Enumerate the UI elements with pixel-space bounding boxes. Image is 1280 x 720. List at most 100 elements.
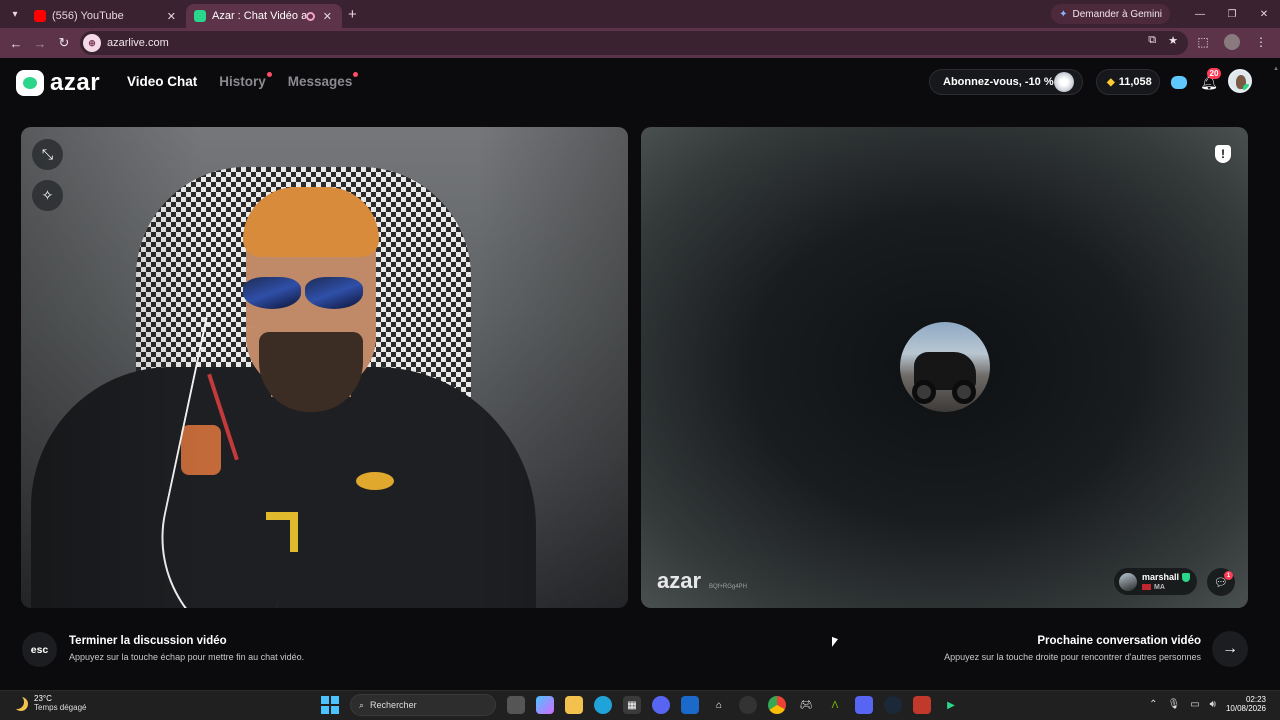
nav-history[interactable]: History (219, 72, 272, 89)
gemini-icon: ✦ (1059, 8, 1068, 20)
bookmark-star-icon[interactable]: ★ (1168, 34, 1178, 47)
tab-azar[interactable]: Azar : Chat Vidéo avec de n ✕ (186, 4, 342, 28)
subscribe-button[interactable]: Abonnez-vous, -10 % (929, 69, 1083, 95)
gems-balance-button[interactable]: ◆ 11,058 (1096, 69, 1160, 95)
user-avatar[interactable] (1228, 69, 1252, 93)
effects-button[interactable]: ✧ (32, 180, 63, 211)
gamepad-icon[interactable]: 🎮︎ (797, 696, 815, 714)
main-nav: Video Chat History Messages (127, 72, 359, 89)
close-tab-icon[interactable]: ✕ (167, 10, 176, 23)
minimize-video-button[interactable]: ⤡ (32, 139, 63, 170)
taskbar-search[interactable]: ⌕ Rechercher (350, 694, 496, 716)
tab-title: (556) YouTube (52, 10, 124, 22)
browser-tab-bar: ▾ (556) YouTube ✕ Azar : Chat Vidéo avec… (0, 0, 1280, 28)
page-scrollbar[interactable]: ▲ (1273, 66, 1279, 686)
tab-youtube[interactable]: (556) YouTube ✕ (26, 4, 186, 28)
search-icon: ⌕ (359, 699, 365, 710)
video-vignette (21, 127, 628, 608)
peer-avatar (900, 322, 990, 412)
taskbar-apps: ⌕ Rechercher ▦ ⌂ 🎮︎ Λ ▶ (321, 694, 960, 716)
peer-country: MA (1154, 583, 1165, 591)
gemini-label: Demander à Gemini (1072, 8, 1162, 20)
logo-text: azar (50, 69, 101, 96)
nav-label: History (219, 74, 266, 89)
browser-profile-avatar[interactable] (1224, 34, 1240, 50)
weather-widget[interactable]: 23°C Temps dégagé (14, 694, 86, 713)
notification-dot (266, 72, 272, 77)
inbox-icon[interactable]: ⌂ (710, 696, 728, 714)
gemini-button[interactable]: ✦ Demander à Gemini (1051, 4, 1170, 24)
restore-icon[interactable]: ❐ (1216, 0, 1248, 28)
close-tab-icon[interactable]: ✕ (323, 10, 332, 23)
end-chat-button[interactable]: esc (22, 632, 57, 667)
minimize-icon[interactable]: — (1184, 0, 1216, 28)
clock[interactable]: 02:23 10/08/2026 (1226, 695, 1266, 713)
extensions-icon[interactable]: ⬚ (1192, 31, 1214, 53)
peer-profile-chip[interactable]: marshall MA (1114, 568, 1197, 595)
network-icon[interactable]: ▭ (1190, 699, 1199, 710)
promo-flower-icon (1054, 72, 1074, 92)
scroll-up-icon[interactable]: ▲ (1273, 66, 1279, 72)
volume-icon[interactable]: 🔊︎ (1210, 699, 1216, 710)
discord-app-icon[interactable] (855, 696, 873, 714)
self-video-panel: ⤡ ✧ (21, 127, 628, 608)
azar-logo[interactable]: azar (16, 69, 100, 97)
mail-icon[interactable] (681, 696, 699, 714)
tray-expand-icon[interactable]: ⌃ (1149, 699, 1157, 710)
nav-video-chat[interactable]: Video Chat (127, 74, 197, 89)
obs-icon[interactable] (739, 696, 757, 714)
youtube-icon (34, 10, 46, 22)
next-chat-info: Prochaine conversation vidéo Appuyez sur… (944, 635, 1201, 662)
next-chat-subtitle: Appuyez sur la touche droite pour rencon… (944, 652, 1201, 662)
site-info-icon[interactable]: ⊕ (83, 34, 101, 52)
forward-icon[interactable]: → (28, 31, 52, 55)
edge-icon[interactable] (594, 696, 612, 714)
window-controls: — ❐ ✕ (1184, 0, 1280, 28)
tab-search-button[interactable]: ▾ (4, 3, 26, 25)
url-text: azarlive.com (107, 37, 169, 49)
morocco-flag-icon (1142, 584, 1151, 590)
end-chat-title: Terminer la discussion vidéo (69, 635, 227, 647)
back-icon[interactable]: ← (4, 31, 28, 55)
system-tray: ⌃ 🎙︎ ▭ 🔊︎ 02:23 10/08/2026 (1149, 695, 1266, 713)
play-icon[interactable]: ▶ (942, 696, 960, 714)
store-icon[interactable]: ▦ (623, 696, 641, 714)
next-chat-button[interactable]: → (1212, 631, 1248, 667)
azar-logo-icon (16, 70, 44, 96)
game-launcher-icon[interactable] (884, 696, 902, 714)
azar-watermark: azar BQf+RGg4PH (657, 568, 747, 594)
start-icon[interactable] (321, 696, 339, 714)
nav-messages[interactable]: Messages (288, 72, 359, 89)
file-explorer-icon[interactable] (565, 696, 583, 714)
notification-badge: 20 (1207, 68, 1221, 79)
gem-icon: ◆ (1107, 76, 1115, 88)
report-shield-icon[interactable]: ! (1215, 145, 1231, 163)
chrome-icon[interactable] (768, 696, 786, 714)
gems-count: 11,058 (1118, 76, 1152, 88)
url-field[interactable]: ⊕ azarlive.com ⧉ ★ (80, 31, 1188, 55)
reload-icon[interactable]: ↻ (52, 31, 76, 55)
address-bar-row: ← → ↻ ⊕ azarlive.com ⧉ ★ ⬚ ⋮ (0, 28, 1280, 58)
streaming-app-icon[interactable] (913, 696, 931, 714)
clock-date: 10/08/2026 (1225, 704, 1266, 714)
new-tab-button[interactable]: + (348, 6, 357, 23)
task-view-icon[interactable] (507, 696, 525, 714)
nav-label: Video Chat (127, 74, 198, 89)
watermark-logo: azar (657, 568, 702, 593)
online-status-indicator (1243, 84, 1250, 91)
watermark-code: BQf+RGg4PH (709, 584, 747, 590)
nvidia-icon[interactable]: Λ (826, 696, 844, 714)
end-chat-subtitle: Appuyez sur la touche échap pour mettre … (69, 652, 305, 662)
recording-icon (305, 11, 315, 21)
browser-menu-icon[interactable]: ⋮ (1250, 31, 1272, 53)
search-placeholder: Rechercher (370, 700, 417, 710)
install-app-icon[interactable]: ⧉ (1148, 34, 1156, 47)
message-badge: 1 (1224, 571, 1233, 580)
clock-time: 02:23 (1245, 695, 1266, 704)
end-chat-info: Terminer la discussion vidéo Appuyez sur… (69, 635, 304, 662)
close-window-icon[interactable]: ✕ (1248, 0, 1280, 28)
copilot-icon[interactable] (536, 696, 554, 714)
microphone-icon[interactable]: 🎙︎ (1167, 699, 1180, 710)
chat-bubble-icon[interactable] (1169, 72, 1189, 92)
discord-icon[interactable] (652, 696, 670, 714)
